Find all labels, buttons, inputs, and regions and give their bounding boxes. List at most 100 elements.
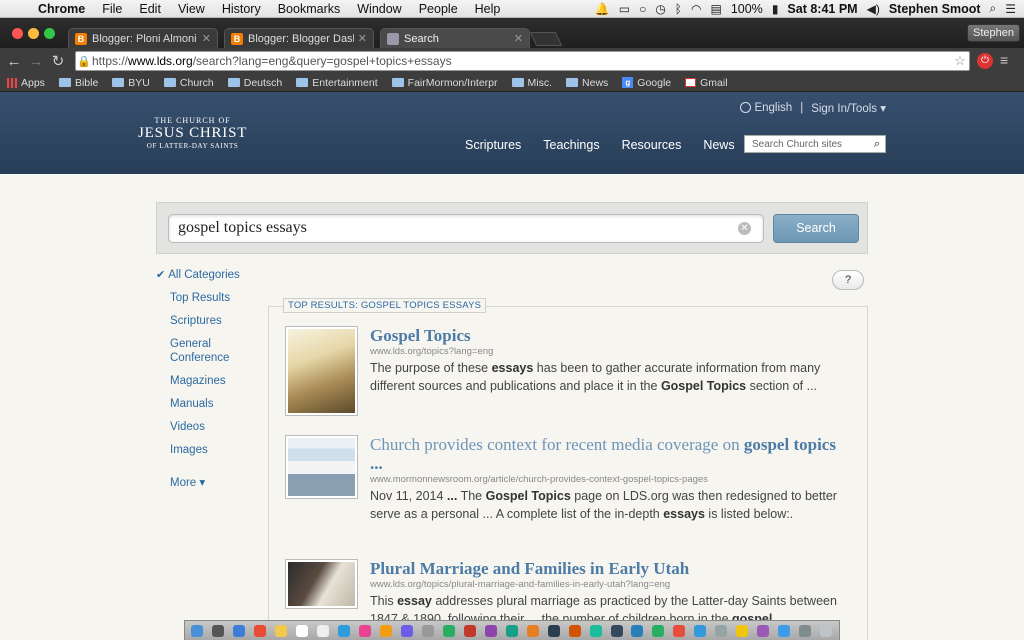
trash-icon[interactable]	[820, 624, 833, 637]
tab-blogger-ploni[interactable]: B Blogger: Ploni Almoni - Cre ✕	[68, 28, 218, 48]
extension-icon[interactable]: ⏻	[977, 53, 993, 69]
settings-gear-icon[interactable]	[421, 624, 434, 637]
close-window-icon[interactable]	[12, 28, 23, 39]
chrome-icon[interactable]	[254, 624, 267, 637]
bookmark-byu[interactable]: BYU	[105, 77, 157, 89]
preview-icon[interactable]	[401, 624, 413, 637]
result-title-link[interactable]: Gospel Topics	[370, 326, 845, 345]
app-icon[interactable]	[589, 624, 602, 637]
clock[interactable]: Sat 8:41 PM	[787, 2, 857, 16]
chrome-menu-icon[interactable]: ≡	[1000, 52, 1008, 68]
notes-icon[interactable]	[275, 624, 288, 637]
volume-icon[interactable]: ◀)	[867, 2, 880, 16]
search-icon[interactable]: ⌕	[869, 138, 885, 151]
result-title-link[interactable]: Church provides context for recent media…	[370, 435, 845, 473]
contacts-icon[interactable]	[317, 624, 330, 637]
notification-center-icon[interactable]: ☰	[1005, 2, 1016, 16]
excel-icon[interactable]	[652, 624, 665, 637]
app-store-icon[interactable]	[778, 624, 791, 637]
user-name[interactable]: Stephen Smoot	[889, 2, 981, 16]
zoom-window-icon[interactable]	[44, 28, 55, 39]
search-button[interactable]: Search	[773, 214, 859, 243]
spotlight-icon[interactable]: ⌕	[990, 1, 997, 16]
calendar-icon[interactable]	[296, 624, 309, 637]
app-icon[interactable]	[715, 624, 728, 637]
close-tab-icon[interactable]: ✕	[202, 32, 211, 45]
mail-icon[interactable]	[338, 624, 351, 637]
menu-help[interactable]: Help	[467, 2, 510, 16]
category-general-conference[interactable]: General Conference	[156, 337, 229, 365]
category-manuals[interactable]: Manuals	[156, 397, 256, 411]
lock-icon[interactable]: 🔒	[76, 55, 92, 68]
site-search-input[interactable]: Search Church sites ⌕	[744, 135, 886, 153]
language-link[interactable]: English	[740, 102, 792, 114]
new-tab-button[interactable]	[529, 32, 563, 46]
menu-app-chrome[interactable]: Chrome	[30, 2, 94, 16]
vlc-icon[interactable]	[526, 624, 539, 637]
bluetooth-icon[interactable]: ᛒ	[675, 2, 682, 16]
back-arrow-icon[interactable]: ←	[3, 53, 25, 70]
messages-icon[interactable]	[442, 624, 455, 637]
help-button[interactable]: ?	[832, 270, 864, 290]
app-icon[interactable]	[568, 624, 581, 637]
bookmark-gmail[interactable]: Gmail	[678, 77, 734, 89]
minimize-window-icon[interactable]	[28, 28, 39, 39]
battery-icon[interactable]: ▮	[772, 2, 779, 16]
menu-edit[interactable]: Edit	[131, 2, 170, 16]
time-machine-icon[interactable]: ◷	[655, 2, 665, 16]
sign-in-tools-link[interactable]: Sign In/Tools ▾	[811, 101, 886, 115]
app-icon[interactable]	[736, 624, 749, 637]
close-tab-icon[interactable]: ✕	[514, 32, 523, 45]
photos-icon[interactable]	[380, 624, 393, 637]
result-thumbnail[interactable]	[285, 559, 358, 609]
app-icon[interactable]	[610, 624, 623, 637]
app-icon[interactable]	[505, 624, 518, 637]
downloads-icon[interactable]	[799, 624, 812, 637]
app-icon[interactable]	[757, 624, 770, 637]
profile-button[interactable]: Stephen	[967, 24, 1020, 42]
category-images[interactable]: Images	[156, 443, 256, 457]
bookmark-entertainment[interactable]: Entertainment	[289, 77, 384, 89]
bookmark-deutsch[interactable]: Deutsch	[221, 77, 290, 89]
notification-bell-icon[interactable]: 🔔	[595, 2, 610, 16]
category-videos[interactable]: Videos	[156, 420, 256, 434]
word-icon[interactable]	[631, 624, 644, 637]
wifi-icon[interactable]: ◠	[691, 2, 701, 16]
app-icon[interactable]	[484, 624, 497, 637]
church-logo[interactable]: THE CHURCH OF JESUS CHRIST OF LATTER-DAY…	[138, 116, 247, 150]
query-input[interactable]: gospel topics essays	[168, 214, 764, 243]
nav-teachings[interactable]: Teachings	[543, 138, 599, 152]
app-icon[interactable]	[694, 624, 707, 637]
url-text[interactable]: https://www.lds.org/search?lang=eng&quer…	[92, 54, 951, 68]
bookmark-church[interactable]: Church	[157, 77, 221, 89]
display-icon[interactable]: ▭	[619, 2, 630, 16]
category-magazines[interactable]: Magazines	[156, 374, 256, 388]
bookmark-apps[interactable]: Apps	[0, 77, 52, 89]
category-scriptures[interactable]: Scriptures	[156, 314, 256, 328]
menu-view[interactable]: View	[170, 2, 214, 16]
bookmark-misc[interactable]: Misc.	[505, 77, 560, 89]
bookmark-news[interactable]: News	[559, 77, 615, 89]
safari-icon[interactable]	[233, 624, 246, 637]
nav-resources[interactable]: Resources	[622, 138, 682, 152]
forward-arrow-icon[interactable]: →	[25, 53, 47, 70]
launchpad-icon[interactable]	[212, 624, 225, 637]
bookmark-star-icon[interactable]: ☆	[951, 53, 969, 69]
terminal-icon[interactable]	[547, 624, 560, 637]
tab-blogger-dashboard[interactable]: B Blogger: Blogger Dashboa ✕	[224, 28, 374, 48]
menu-window[interactable]: Window	[349, 2, 410, 16]
chat-icon[interactable]: ○	[639, 2, 646, 16]
bookmark-fairmormon[interactable]: FairMormon/Interpr	[385, 77, 505, 89]
menu-file[interactable]: File	[94, 2, 131, 16]
close-tab-icon[interactable]: ✕	[358, 32, 367, 45]
category-all[interactable]: ✔ All Categories	[156, 268, 256, 282]
bookmark-google[interactable]: g Google	[615, 77, 678, 89]
more-categories-link[interactable]: More ▾	[156, 475, 256, 489]
result-thumbnail[interactable]	[285, 435, 358, 499]
menu-bookmarks[interactable]: Bookmarks	[270, 2, 350, 16]
powerpoint-icon[interactable]	[673, 624, 686, 637]
bookmark-bible[interactable]: Bible	[52, 77, 105, 89]
nav-scriptures[interactable]: Scriptures	[465, 138, 521, 152]
reload-icon[interactable]: ↻	[47, 52, 69, 70]
menu-people[interactable]: People	[411, 2, 467, 16]
